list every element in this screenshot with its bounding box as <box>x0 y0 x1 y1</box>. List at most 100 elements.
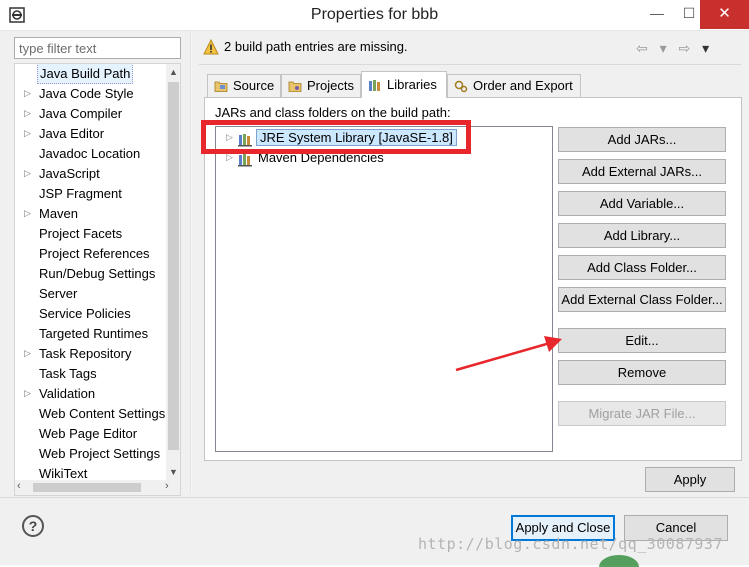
libraries-tree[interactable]: ▷ JRE System Library [JavaSE-1.8] ▷ Mave… <box>215 126 553 452</box>
nav-item-label: Targeted Runtimes <box>39 326 149 341</box>
library-entry-label: Maven Dependencies <box>258 150 384 165</box>
window-title: Properties for bbb <box>310 6 439 23</box>
migrate-jar-button[interactable]: Migrate JAR File... <box>558 401 726 426</box>
library-icon <box>238 154 252 167</box>
apply-button[interactable]: Apply <box>645 467 735 492</box>
nav-item-label: Web Page Editor <box>39 426 138 441</box>
nav-item-label: Project Facets <box>39 226 123 241</box>
back-arrow-icon[interactable]: ⇦ <box>636 40 650 57</box>
tab-order-and-export[interactable]: Order and Export <box>447 74 581 97</box>
source-folder-icon <box>214 81 228 92</box>
library-entry-label: JRE System Library [JavaSE-1.8] <box>256 129 457 146</box>
nav-item-label: Task Tags <box>39 366 97 381</box>
nav-item[interactable]: Java Build Path <box>15 64 165 84</box>
nav-item[interactable]: Run/Debug Settings <box>15 264 165 284</box>
nav-item[interactable]: JSP Fragment <box>15 184 165 204</box>
nav-item[interactable]: Service Policies <box>15 304 165 324</box>
nav-item-label: Java Build Path <box>37 64 134 84</box>
expand-arrow-icon[interactable]: ▷ <box>24 164 34 183</box>
nav-item[interactable]: ▷ Maven <box>15 204 165 224</box>
nav-item[interactable]: Targeted Runtimes <box>15 324 165 344</box>
close-button[interactable]: ✕ <box>700 0 749 29</box>
nav-item-label: Javadoc Location <box>39 146 141 161</box>
properties-nav-tree: Java Build Path ▷ Java Code Style ▷ Java Com… <box>14 63 181 483</box>
expand-arrow-icon[interactable]: ▷ <box>226 132 233 143</box>
nav-item-label: Run/Debug Settings <box>39 266 156 281</box>
nav-item-label: Task Repository <box>39 346 132 361</box>
nav-item[interactable]: Project Facets <box>15 224 165 244</box>
nav-item-label: Maven <box>39 206 79 221</box>
expand-arrow-icon[interactable]: ▷ <box>226 152 233 163</box>
footer-divider <box>0 497 749 498</box>
minimize-button[interactable]: — <box>640 0 674 29</box>
forward-arrow-icon[interactable]: ⇨ <box>679 40 693 57</box>
pane-splitter[interactable] <box>190 31 192 493</box>
nav-item-label: Java Compiler <box>39 106 123 121</box>
library-icon <box>238 134 252 147</box>
add-library-button[interactable]: Add Library... <box>558 223 726 248</box>
nav-item[interactable]: Project References <box>15 244 165 264</box>
nav-item[interactable]: Javadoc Location <box>15 144 165 164</box>
tab-source[interactable]: Source <box>207 74 281 97</box>
scroll-up-icon[interactable]: ▲ <box>166 64 180 80</box>
filter-input[interactable] <box>14 37 181 59</box>
nav-item[interactable]: ▷ Task Repository <box>15 344 165 364</box>
expand-arrow-icon[interactable]: ▷ <box>24 384 34 403</box>
nav-item[interactable]: Server <box>15 284 165 304</box>
nav-scroll-thumb[interactable] <box>168 82 179 450</box>
nav-item[interactable]: ▷ Java Compiler <box>15 104 165 124</box>
nav-item-label: Web Content Settings <box>39 406 166 421</box>
expand-arrow-icon[interactable]: ▷ <box>24 104 34 123</box>
menu-arrow-icon[interactable]: ▾ <box>702 40 711 57</box>
expand-arrow-icon[interactable]: ▷ <box>24 84 34 103</box>
add-jars-button[interactable]: Add JARs... <box>558 127 726 152</box>
nav-item-label: Web Project Settings <box>39 446 161 461</box>
add-external-class-folder-button[interactable]: Add External Class Folder... <box>558 287 726 312</box>
warning-icon <box>203 39 219 55</box>
nav-vertical-scrollbar[interactable]: ▲ ▼ <box>166 64 180 482</box>
nav-item-label: Validation <box>39 386 96 401</box>
nav-item[interactable]: Web Project Settings <box>15 444 165 464</box>
add-external-jars-button[interactable]: Add External JARs... <box>558 159 726 184</box>
nav-item-label: Java Editor <box>39 126 105 141</box>
order-icon <box>454 80 468 93</box>
nav-item-label: Service Policies <box>39 306 131 321</box>
nav-item[interactable]: Task Tags <box>15 364 165 384</box>
nav-hscroll-thumb[interactable] <box>33 483 141 492</box>
nav-item[interactable]: ▷ Validation <box>15 384 165 404</box>
nav-item[interactable]: Web Content Settings <box>15 404 165 424</box>
scroll-left-icon[interactable]: ‹ <box>17 480 21 492</box>
add-variable-button[interactable]: Add Variable... <box>558 191 726 216</box>
nav-item-label: Project References <box>39 246 150 261</box>
remove-button[interactable]: Remove <box>558 360 726 385</box>
nav-item-label: Java Code Style <box>39 86 134 101</box>
nav-item[interactable]: ▷ JavaScript <box>15 164 165 184</box>
dropdown-arrow-icon[interactable]: ▾ <box>660 40 669 57</box>
annotation-arrow-icon <box>455 336 562 372</box>
tab-source-label: Source <box>233 78 275 93</box>
nav-item[interactable]: ▷ Java Code Style <box>15 84 165 104</box>
add-class-folder-button[interactable]: Add Class Folder... <box>558 255 726 280</box>
projects-icon <box>288 81 302 92</box>
tab-libraries[interactable]: Libraries <box>361 71 447 98</box>
libraries-panel: JARs and class folders on the build path… <box>204 97 742 461</box>
tab-libraries-label: Libraries <box>387 77 437 92</box>
scroll-right-icon[interactable]: › <box>165 480 169 492</box>
nav-item[interactable]: ▷ Java Editor <box>15 124 165 144</box>
nav-item-label: JavaScript <box>39 166 100 181</box>
history-nav: ⇦ ▾ ⇨ ▾ <box>636 40 715 57</box>
build-path-caption: JARs and class folders on the build path… <box>215 105 451 120</box>
library-icon <box>369 80 380 91</box>
expand-arrow-icon[interactable]: ▷ <box>24 204 34 223</box>
nav-item-label: JSP Fragment <box>39 186 122 201</box>
nav-item[interactable]: Web Page Editor <box>15 424 165 444</box>
tab-projects[interactable]: Projects <box>281 74 361 97</box>
edit-button[interactable]: Edit... <box>558 328 726 353</box>
scroll-down-icon[interactable]: ▼ <box>166 464 180 480</box>
help-icon[interactable]: ? <box>22 515 44 537</box>
nav-horizontal-scrollbar[interactable]: ‹ › <box>14 480 181 496</box>
expand-arrow-icon[interactable]: ▷ <box>24 124 34 143</box>
nav-item-label: Server <box>39 286 78 301</box>
expand-arrow-icon[interactable]: ▷ <box>24 344 34 363</box>
tab-projects-label: Projects <box>307 78 354 93</box>
